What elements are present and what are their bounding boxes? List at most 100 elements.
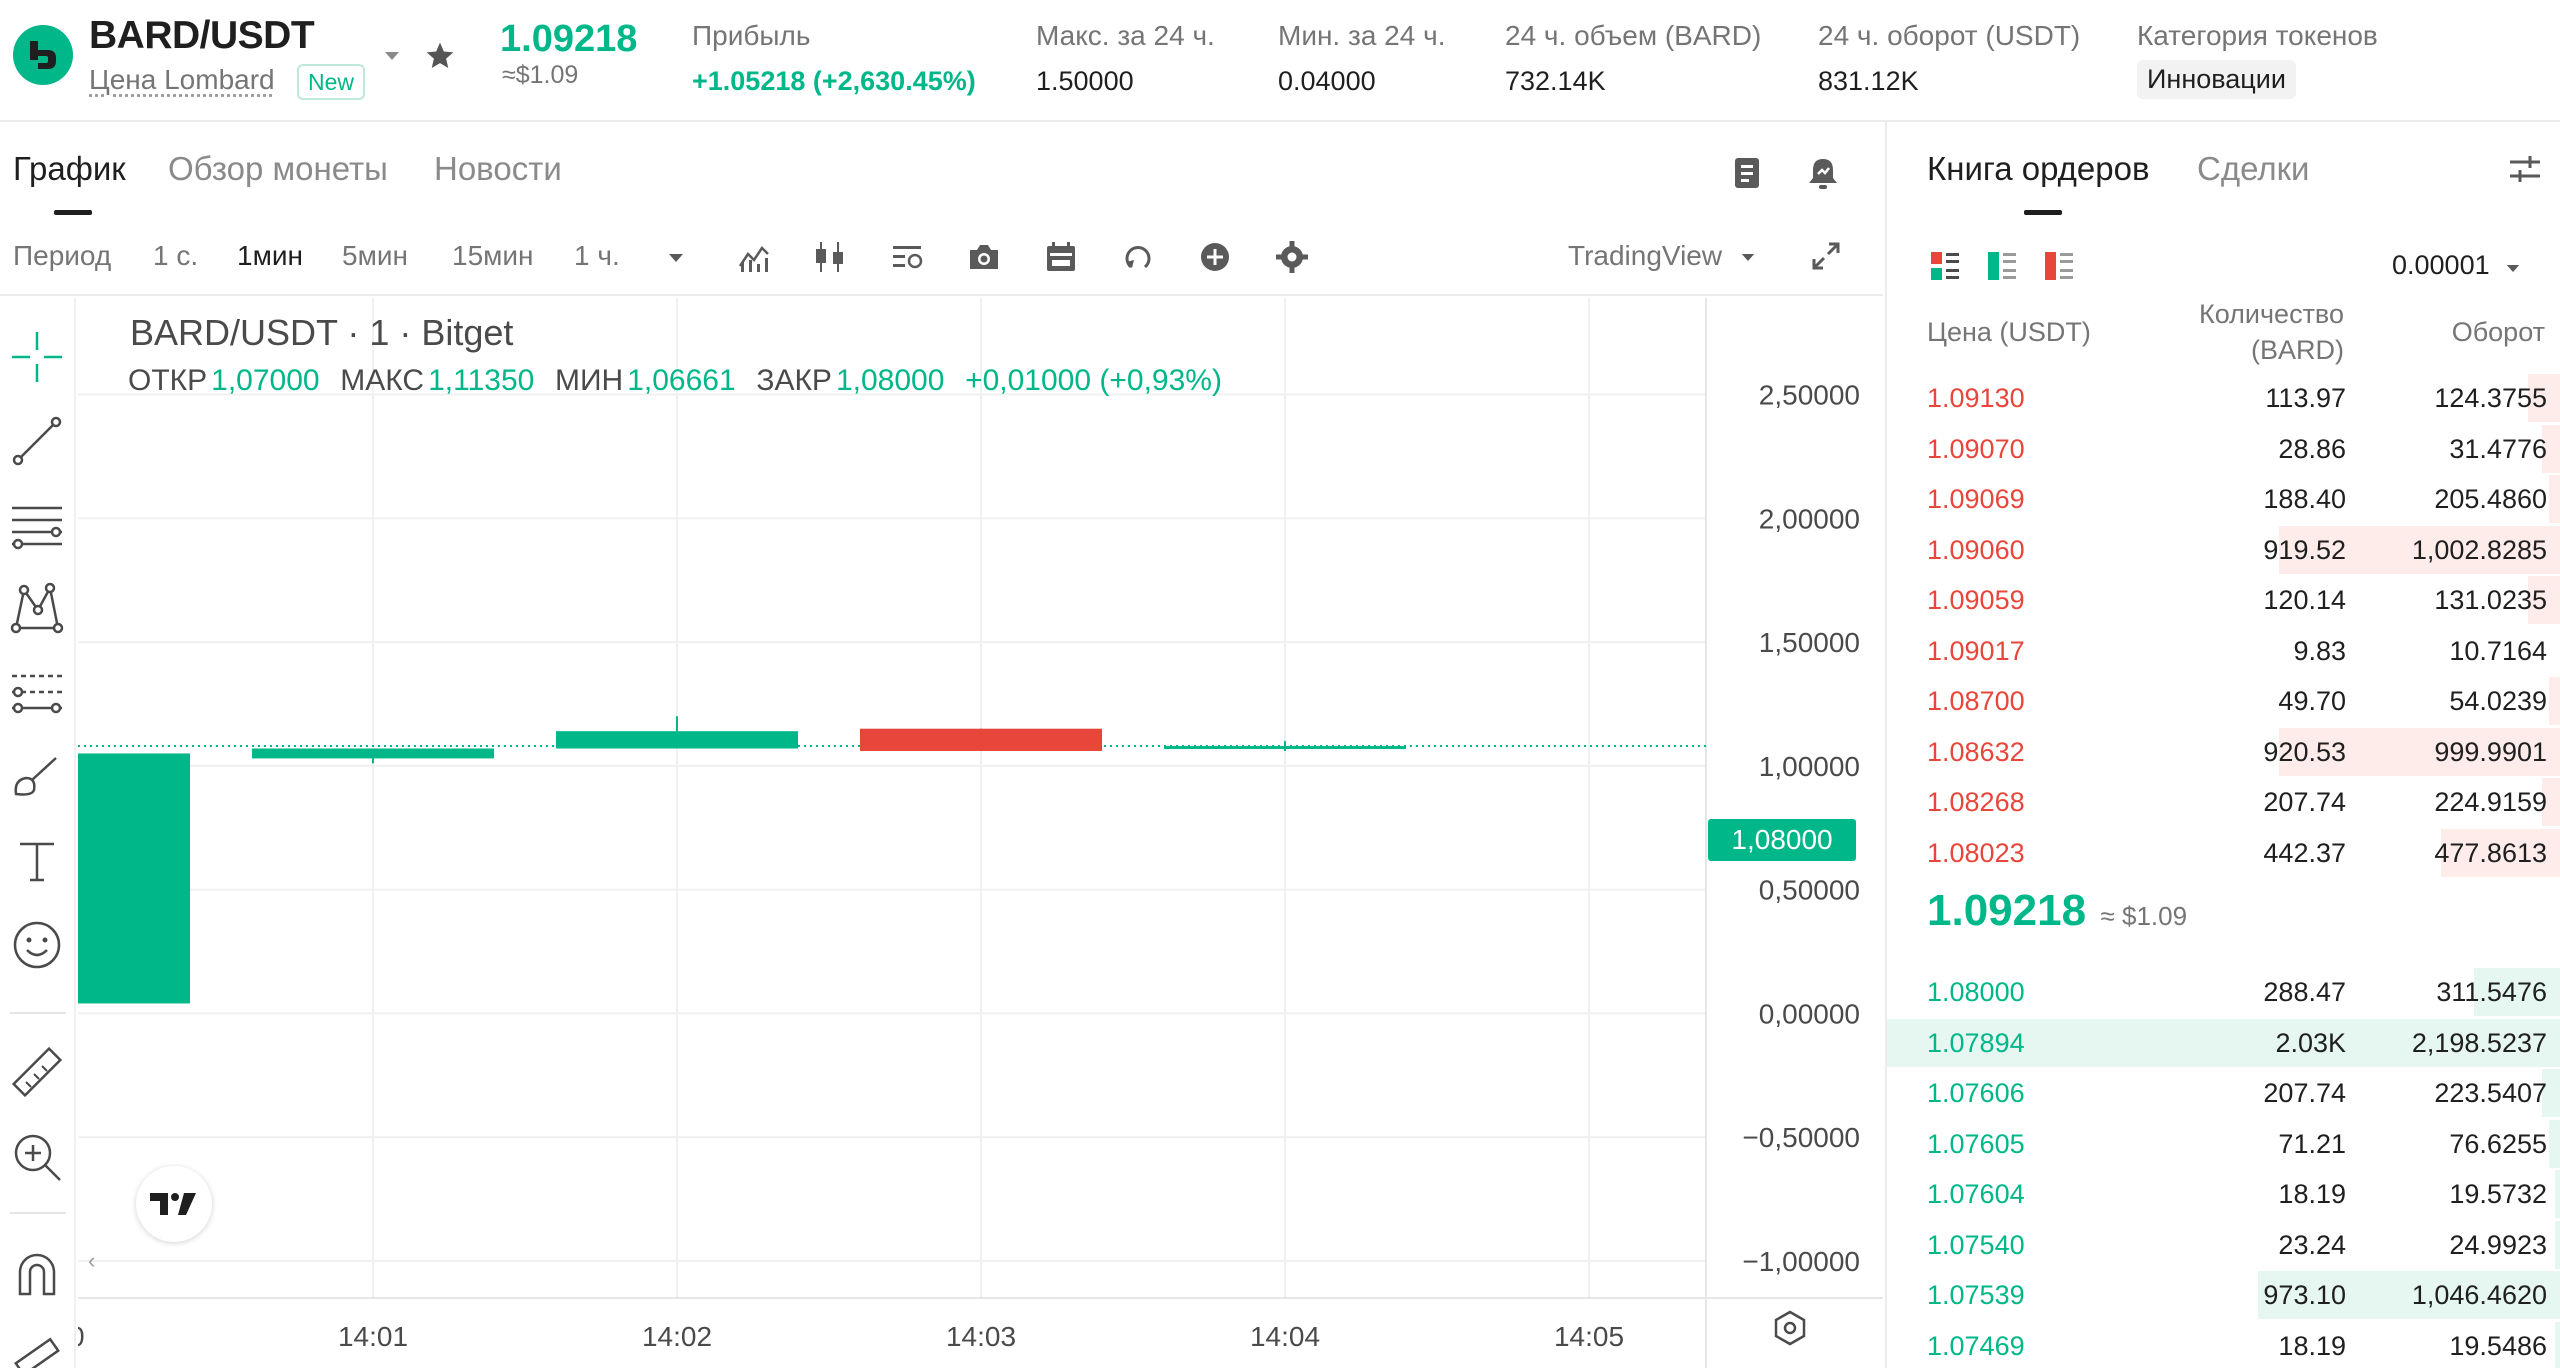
ask-price: 1.09059 bbox=[1927, 585, 2025, 615]
bid-row[interactable]: 1.07604 18.19 19.5732 bbox=[1887, 1169, 2560, 1219]
bid-row[interactable]: 1.07606 207.74 223.5407 bbox=[1887, 1068, 2560, 1118]
zoom-tool[interactable] bbox=[8, 1128, 66, 1186]
magnet-tool[interactable] bbox=[8, 1244, 66, 1302]
stat-label: Мин. за 24 ч. bbox=[1278, 20, 1446, 51]
stat-volume: 24 ч. объем (BARD) 732.14K bbox=[1505, 20, 1761, 97]
ask-row[interactable]: 1.09070 28.86 31.4776 bbox=[1887, 424, 2560, 474]
interval-1h[interactable]: 1 ч. bbox=[574, 240, 620, 272]
tradingview-selector[interactable]: TradingView bbox=[1568, 240, 1722, 272]
emoji-tool[interactable] bbox=[8, 916, 66, 974]
tab-orderbook[interactable]: Книга ордеров bbox=[1927, 150, 2150, 188]
tab-chart[interactable]: График bbox=[13, 150, 126, 188]
price-chart[interactable]: 2,50000 2,00000 1,50000 1,00000 0,50000 0,000… bbox=[78, 298, 1883, 1368]
pair-dropdown-chevron-down-icon[interactable] bbox=[383, 50, 401, 62]
tradingview-logo[interactable] bbox=[136, 1166, 212, 1242]
candlestick-chart-canvas[interactable]: 2,50000 2,00000 1,50000 1,00000 0,50000 0,000… bbox=[78, 298, 1883, 1368]
replay-icon[interactable] bbox=[1121, 240, 1155, 274]
ask-turnover: 477.8613 bbox=[2434, 837, 2547, 868]
ask-row[interactable]: 1.09059 120.14 131.0235 bbox=[1887, 575, 2560, 625]
templates-icon[interactable] bbox=[890, 240, 924, 274]
notes-icon[interactable] bbox=[1732, 156, 1762, 190]
stat-value: +1.05218 (+2,630.45%) bbox=[692, 66, 976, 96]
view-asks-only-icon[interactable] bbox=[2043, 250, 2075, 282]
lock-drawings-tool[interactable] bbox=[8, 1328, 66, 1368]
tab-coin-overview[interactable]: Обзор монеты bbox=[168, 150, 388, 188]
fib-levels-tool[interactable] bbox=[8, 496, 66, 554]
ask-turnover: 205.4860 bbox=[2434, 484, 2547, 514]
calendar-icon[interactable] bbox=[1044, 240, 1078, 274]
chart-settings-gear-icon[interactable] bbox=[1275, 240, 1309, 274]
forecast-tool[interactable] bbox=[8, 664, 66, 722]
ask-row[interactable]: 1.08023 442.37 477.8613 bbox=[1887, 828, 2560, 878]
bid-price: 1.08000 bbox=[1927, 977, 2025, 1007]
brush-tool[interactable] bbox=[8, 748, 66, 806]
favorite-star-icon[interactable] bbox=[424, 40, 456, 72]
interval-5m[interactable]: 5мин bbox=[342, 240, 408, 272]
add-indicator-plus-icon[interactable] bbox=[1198, 240, 1232, 274]
view-both-sides-icon[interactable] bbox=[1929, 250, 1961, 282]
collapse-toolbar-arrow[interactable]: ‹ bbox=[88, 1248, 95, 1274]
tab-trades[interactable]: Сделки bbox=[2197, 150, 2309, 188]
ask-qty: 120.14 bbox=[2263, 585, 2346, 615]
toolbar-divider bbox=[10, 1012, 66, 1014]
col-header-qty: Количество (BARD) bbox=[2199, 296, 2344, 368]
ask-row[interactable]: 1.08632 920.53 999.9901 bbox=[1887, 727, 2560, 777]
candlestick-type-icon[interactable] bbox=[813, 240, 847, 274]
pair-symbol[interactable]: BARD/USDT bbox=[89, 14, 315, 58]
bid-qty: 23.24 bbox=[2278, 1229, 2346, 1260]
col-header-turnover: Оборот bbox=[2451, 317, 2545, 347]
x-tick-label: 14:03 bbox=[946, 1321, 1016, 1352]
ask-turnover: 124.3755 bbox=[2434, 383, 2547, 413]
bid-turnover: 76.6255 bbox=[2449, 1128, 2547, 1159]
bid-row[interactable]: 1.07540 23.24 24.9923 bbox=[1887, 1220, 2560, 1270]
screenshot-camera-icon[interactable] bbox=[967, 240, 1001, 274]
indicators-icon[interactable] bbox=[737, 240, 771, 274]
precision-select[interactable]: 0.00001 bbox=[2392, 250, 2521, 281]
ask-qty: 28.86 bbox=[2278, 433, 2346, 464]
y-tick-label: 2,00000 bbox=[1759, 503, 1860, 534]
ask-row[interactable]: 1.09017 9.83 10.7164 bbox=[1887, 626, 2560, 676]
stat-turnover: 24 ч. оборот (USDT) 831.12K bbox=[1818, 20, 2080, 97]
prediction-lines-icon bbox=[12, 674, 62, 714]
fullscreen-expand-icon[interactable] bbox=[1810, 240, 1842, 272]
ask-row[interactable]: 1.09069 188.40 205.4860 bbox=[1887, 474, 2560, 524]
bid-qty: 2.03K bbox=[2275, 1027, 2346, 1058]
ask-qty: 188.40 bbox=[2263, 484, 2346, 514]
provider-chevron-down-icon[interactable] bbox=[1740, 252, 1756, 263]
trendline-tool[interactable] bbox=[8, 412, 66, 470]
crosshair-tool[interactable] bbox=[8, 328, 66, 386]
candle-body bbox=[78, 753, 190, 1004]
tab-news[interactable]: Новости bbox=[434, 150, 562, 188]
bitget-logo-icon bbox=[30, 41, 56, 69]
ask-qty: 442.37 bbox=[2263, 837, 2346, 868]
ask-row[interactable]: 1.08268 207.74 224.9159 bbox=[1887, 777, 2560, 827]
axis-settings-hexagon-icon[interactable] bbox=[1771, 1309, 1809, 1347]
bid-row[interactable]: 1.08000 288.47 311.5476 bbox=[1887, 967, 2560, 1017]
stat-label: Категория токенов bbox=[2137, 20, 2378, 51]
interval-1s[interactable]: 1 с. bbox=[153, 240, 198, 272]
bid-row[interactable]: 1.07894 2.03K 2,198.5237 bbox=[1887, 1018, 2560, 1068]
bid-row[interactable]: 1.07605 71.21 76.6255 bbox=[1887, 1119, 2560, 1169]
orderbook-settings-sliders-icon[interactable] bbox=[2508, 154, 2542, 184]
pattern-tool[interactable] bbox=[8, 580, 66, 638]
measure-tool[interactable] bbox=[8, 1044, 66, 1102]
ask-price: 1.09070 bbox=[1927, 433, 2025, 464]
price-alert-icon[interactable] bbox=[1806, 156, 1840, 190]
depth-bar bbox=[2548, 677, 2560, 725]
bid-row[interactable]: 1.07469 18.19 19.5486 bbox=[1887, 1321, 2560, 1368]
interval-1m[interactable]: 1мин bbox=[237, 240, 303, 272]
category-tag[interactable]: Инновации bbox=[2137, 60, 2296, 99]
view-bids-only-icon[interactable] bbox=[1986, 250, 2018, 282]
bid-price: 1.07606 bbox=[1927, 1078, 2025, 1108]
text-tool[interactable] bbox=[8, 832, 66, 890]
ask-row[interactable]: 1.09130 113.97 124.3755 bbox=[1887, 373, 2560, 423]
coin-logo bbox=[13, 25, 73, 85]
coin-subname-link[interactable]: Цена Lombard bbox=[89, 64, 275, 96]
ask-row[interactable]: 1.09060 919.52 1,002.8285 bbox=[1887, 525, 2560, 575]
ask-row[interactable]: 1.08700 49.70 54.0239 bbox=[1887, 676, 2560, 726]
ask-qty: 113.97 bbox=[2265, 383, 2346, 413]
bid-row[interactable]: 1.07539 973.10 1,046.4620 bbox=[1887, 1270, 2560, 1320]
xabcd-pattern-icon bbox=[10, 582, 64, 634]
more-intervals-chevron-down-icon[interactable] bbox=[667, 252, 685, 264]
interval-15m[interactable]: 15мин bbox=[452, 240, 534, 272]
